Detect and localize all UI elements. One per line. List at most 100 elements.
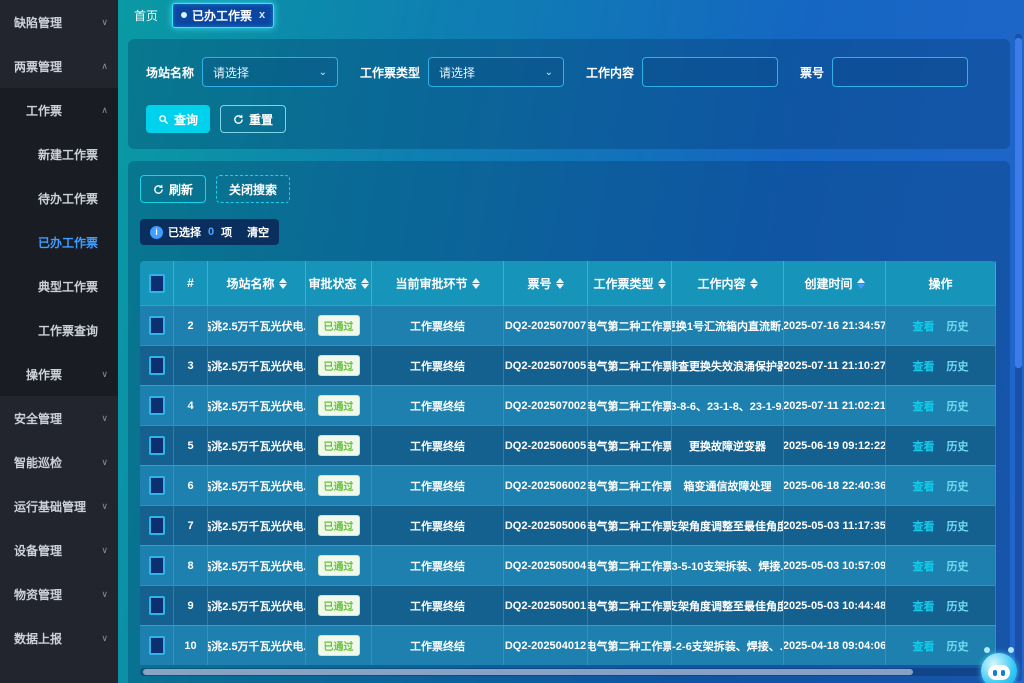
sort-asc-icon[interactable] [279, 278, 287, 283]
history-link[interactable]: 历史 [947, 518, 969, 534]
row-checkbox[interactable] [149, 396, 165, 415]
sort-asc-icon[interactable] [750, 278, 758, 283]
sidebar-item-数据上报[interactable]: 数据上报∨ [0, 616, 118, 660]
work-content-label: 工作内容 [586, 64, 634, 81]
select-all-checkbox[interactable] [149, 274, 165, 293]
work-content-input[interactable] [642, 57, 778, 87]
query-button[interactable]: 查询 [146, 105, 210, 133]
clear-selection-link[interactable]: 清空 [247, 224, 269, 240]
view-link[interactable]: 查看 [913, 598, 935, 614]
table-row: 7临洮2.5万千瓦光伏电...已通过工作票终结DQ2-202505006电气第二… [140, 505, 996, 545]
ticket-no-input[interactable] [832, 57, 968, 87]
vertical-scrollbar[interactable] [1015, 34, 1022, 681]
sidebar-item-典型工作票[interactable]: 典型工作票 [0, 264, 118, 308]
sort-asc-icon[interactable] [857, 278, 865, 283]
row-checkbox[interactable] [149, 436, 165, 455]
vertical-scrollbar-thumb[interactable] [1015, 38, 1022, 368]
table-row: 2临洮2.5万千瓦光伏电...已通过工作票终结DQ2-202507007电气第二… [140, 305, 996, 345]
sort-desc-icon[interactable] [279, 284, 287, 289]
refresh-button[interactable]: 刷新 [140, 175, 206, 203]
cell-checkbox [140, 465, 174, 505]
view-link[interactable]: 查看 [913, 478, 935, 494]
history-link[interactable]: 历史 [947, 438, 969, 454]
view-link[interactable]: 查看 [913, 398, 935, 414]
history-link[interactable]: 历史 [947, 558, 969, 574]
sidebar-item-智能巡检[interactable]: 智能巡检∨ [0, 440, 118, 484]
reset-button[interactable]: 重置 [220, 105, 286, 133]
sort-asc-icon[interactable] [472, 278, 480, 283]
sidebar-item-已办工作票[interactable]: 已办工作票 [0, 220, 118, 264]
view-link[interactable]: 查看 [913, 638, 935, 654]
sidebar-item-待办工作票[interactable]: 待办工作票 [0, 176, 118, 220]
column-header-content[interactable]: 工作内容 [672, 261, 784, 305]
cell-status: 已通过 [306, 465, 372, 505]
sidebar-item-工作票查询[interactable]: 工作票查询 [0, 308, 118, 352]
sort-carets-icon [361, 278, 369, 289]
sort-carets-icon [658, 278, 666, 289]
cell-step: 工作票终结 [372, 625, 504, 665]
sort-asc-icon[interactable] [658, 278, 666, 283]
row-checkbox[interactable] [149, 516, 165, 535]
sidebar-item-运行基础管理[interactable]: 运行基础管理∨ [0, 484, 118, 528]
history-link[interactable]: 历史 [947, 318, 969, 334]
view-link[interactable]: 查看 [913, 318, 935, 334]
sidebar-item-两票管理[interactable]: 两票管理∧ [0, 44, 118, 88]
row-checkbox[interactable] [149, 356, 165, 375]
cell-checkbox [140, 625, 174, 665]
row-checkbox[interactable] [149, 596, 165, 615]
sort-desc-icon[interactable] [750, 284, 758, 289]
cell-status: 已通过 [306, 545, 372, 585]
row-checkbox[interactable] [149, 636, 165, 655]
sort-desc-icon[interactable] [857, 284, 865, 289]
view-link[interactable]: 查看 [913, 558, 935, 574]
tab-close-icon[interactable]: x [259, 9, 265, 21]
horizontal-scrollbar-thumb[interactable] [143, 669, 913, 675]
history-link[interactable]: 历史 [947, 598, 969, 614]
cell-actions: 查看历史 [886, 585, 996, 625]
row-checkbox[interactable] [149, 556, 165, 575]
view-link[interactable]: 查看 [913, 438, 935, 454]
tab-首页[interactable]: 首页 [134, 7, 158, 24]
ticket-type-select[interactable]: 请选择 ⌄ [428, 57, 564, 87]
tab-label: 已办工作票 [192, 7, 252, 24]
history-link[interactable]: 历史 [947, 478, 969, 494]
column-header-station[interactable]: 场站名称 [208, 261, 306, 305]
cell-created: 2025-05-03 10:57:09 [784, 545, 886, 585]
column-header-label: 票号 [527, 275, 551, 292]
sidebar-item-操作票[interactable]: 操作票∨ [0, 352, 118, 396]
column-header-ticket_no[interactable]: 票号 [504, 261, 588, 305]
sort-desc-icon[interactable] [556, 284, 564, 289]
view-link[interactable]: 查看 [913, 518, 935, 534]
sort-desc-icon[interactable] [472, 284, 480, 289]
cell-ticket_no: DQ2-202506005 [504, 425, 588, 465]
sidebar-item-安全管理[interactable]: 安全管理∨ [0, 396, 118, 440]
close-search-button[interactable]: 关闭搜索 [216, 175, 290, 203]
assistant-robot-icon[interactable] [978, 645, 1020, 683]
sort-desc-icon[interactable] [658, 284, 666, 289]
cell-status: 已通过 [306, 345, 372, 385]
sidebar-item-新建工作票[interactable]: 新建工作票 [0, 132, 118, 176]
station-select[interactable]: 请选择 ⌄ [202, 57, 338, 87]
column-header-type[interactable]: 工作票类型 [588, 261, 672, 305]
column-header-status[interactable]: 审批状态 [306, 261, 372, 305]
sidebar-item-工作票[interactable]: 工作票∧ [0, 88, 118, 132]
column-header-created[interactable]: 创建时间 [784, 261, 886, 305]
chevron-down-icon: ∨ [101, 633, 108, 644]
sidebar-item-缺陷管理[interactable]: 缺陷管理∨ [0, 0, 118, 44]
cell-content: 更换故障逆变器 [672, 425, 784, 465]
tab-已办工作票[interactable]: 已办工作票 x [172, 3, 274, 28]
sort-desc-icon[interactable] [361, 284, 369, 289]
sidebar-item-物资管理[interactable]: 物资管理∨ [0, 572, 118, 616]
horizontal-scrollbar[interactable] [140, 668, 996, 676]
sort-asc-icon[interactable] [361, 278, 369, 283]
row-checkbox[interactable] [149, 316, 165, 335]
view-link[interactable]: 查看 [913, 358, 935, 374]
column-header-step[interactable]: 当前审批环节 [372, 261, 504, 305]
column-header-checkbox[interactable] [140, 261, 174, 305]
history-link[interactable]: 历史 [947, 638, 969, 654]
row-checkbox[interactable] [149, 476, 165, 495]
history-link[interactable]: 历史 [947, 398, 969, 414]
history-link[interactable]: 历史 [947, 358, 969, 374]
sort-asc-icon[interactable] [556, 278, 564, 283]
sidebar-item-设备管理[interactable]: 设备管理∨ [0, 528, 118, 572]
